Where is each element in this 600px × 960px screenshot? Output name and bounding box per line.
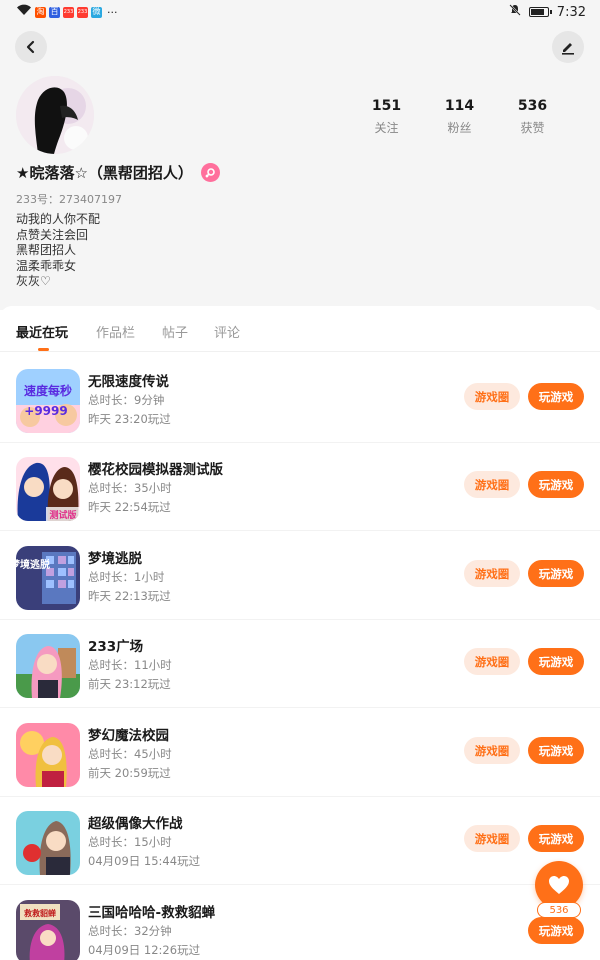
game-name: 三国哈哈哈-救救貂蝉 [88, 905, 216, 921]
username: ★晥落落☆（黑帮团招人） [16, 164, 193, 182]
followers-label: 粉丝 [447, 121, 472, 135]
profile-header: 151 关注 114 粉丝 536 获赞 ★晥落落☆（黑帮团招人） 233号：2… [0, 24, 600, 310]
game-circle-button[interactable]: 游戏圈 [464, 471, 520, 498]
game-duration: 总时长：45小时 [88, 747, 172, 761]
followers-count: 114 [444, 98, 475, 114]
list-item[interactable]: 测试版 樱花校园模拟器测试版 总时长：35小时 昨天 22:54玩过 游戏圈 玩… [0, 443, 600, 531]
edit-profile-button[interactable] [552, 31, 584, 63]
game-last-played: 04月09日 15:44玩过 [88, 854, 201, 868]
following-stat[interactable]: 151 关注 [350, 98, 423, 136]
list-item[interactable]: 233广场 总时长：11小时 前天 23:12玩过 游戏圈 玩游戏 [0, 620, 600, 708]
user-id: 233号：273407197 [16, 193, 122, 206]
more-notifications-icon: ··· [107, 5, 118, 19]
list-item[interactable]: 速度每秒 +9999 无限速度传说 总时长：9分钟 昨天 23:20玩过 游戏圈… [0, 355, 600, 443]
heart-icon [549, 876, 569, 894]
status-bar: 淘 百 233 233 微 ··· 7:32 [0, 0, 600, 24]
list-item[interactable]: 梦境逃脱 梦境逃脱 总时长：1小时 昨天 22:13玩过 游戏圈 玩游戏 [0, 532, 600, 620]
svg-text:救救貂蝉: 救救貂蝉 [24, 908, 56, 918]
game-last-played: 前天 23:12玩过 [88, 677, 171, 691]
avatar[interactable] [16, 76, 94, 154]
bio-line: 温柔乖乖女 [16, 258, 77, 273]
game-circle-button[interactable]: 游戏圈 [464, 825, 520, 852]
game-circle-button[interactable]: 游戏圈 [464, 383, 520, 410]
battery-icon [528, 7, 552, 17]
svg-text:+9999: +9999 [24, 404, 67, 418]
list-item[interactable]: 梦幻魔法校园 总时长：45小时 前天 20:59玩过 游戏圈 玩游戏 [0, 709, 600, 797]
bio-line: 点赞关注会回 [16, 227, 89, 242]
game-name: 无限速度传说 [88, 374, 169, 390]
app-233-icon: 233 [77, 6, 88, 18]
tab-comments[interactable]: 评论 [214, 322, 240, 341]
wifi-icon [16, 4, 32, 20]
back-button[interactable] [15, 31, 47, 63]
game-last-played: 昨天 22:54玩过 [88, 500, 171, 514]
game-duration: 总时长：9分钟 [88, 393, 165, 407]
message-app-icon: 微 [91, 6, 102, 18]
game-circle-button[interactable]: 游戏圈 [464, 737, 520, 764]
profile-tabs: 最近在玩 作品栏 帖子 评论 [0, 306, 600, 352]
game-duration: 总时长：32分钟 [88, 924, 172, 938]
game-name: 樱花校园模拟器测试版 [88, 462, 223, 478]
svg-text:测试版: 测试版 [49, 509, 76, 521]
bio-line: 灰灰♡ [16, 274, 51, 289]
play-game-button[interactable]: 玩游戏 [528, 648, 584, 675]
play-game-button[interactable]: 玩游戏 [528, 825, 584, 852]
game-last-played: 前天 20:59玩过 [88, 766, 171, 780]
game-name: 梦幻魔法校园 [88, 728, 169, 744]
game-icon: 梦境逃脱 [16, 546, 80, 610]
bio: 动我的人你不配 点赞关注会回 黑帮团招人 温柔乖乖女 灰灰♡ [16, 212, 100, 290]
taobao-app-icon: 淘 [35, 6, 46, 18]
list-item[interactable]: 超级偶像大作战 总时长：15小时 04月09日 15:44玩过 游戏圈 玩游戏 [0, 797, 600, 885]
tab-posts[interactable]: 帖子 [162, 322, 188, 341]
game-last-played: 昨天 23:20玩过 [88, 412, 171, 426]
game-name: 233广场 [88, 639, 144, 655]
followers-stat[interactable]: 114 粉丝 [423, 98, 496, 136]
game-duration: 总时长：1小时 [88, 570, 165, 584]
game-icon [16, 811, 80, 875]
play-game-button[interactable]: 玩游戏 [528, 917, 584, 944]
game-icon [16, 634, 80, 698]
svg-text:速度每秒: 速度每秒 [24, 383, 72, 398]
game-duration: 总时长：11小时 [88, 658, 172, 672]
game-icon: 救救貂蝉 [16, 900, 80, 960]
game-last-played: 04月09日 12:26玩过 [88, 943, 201, 957]
game-circle-button[interactable]: 游戏圈 [464, 560, 520, 587]
profile-stats: 151 关注 114 粉丝 536 获赞 [350, 98, 570, 136]
game-name: 超级偶像大作战 [88, 816, 183, 832]
app-233-icon: 233 [63, 6, 74, 18]
game-name: 梦境逃脱 [88, 551, 142, 567]
tab-recently-played[interactable]: 最近在玩 [16, 322, 68, 341]
play-game-button[interactable]: 玩游戏 [528, 560, 584, 587]
username-row: ★晥落落☆（黑帮团招人） [16, 162, 220, 183]
game-duration: 总时长：35小时 [88, 481, 172, 495]
game-icon: 速度每秒 +9999 [16, 369, 80, 433]
likes-label: 获赞 [520, 121, 545, 135]
chevron-left-icon [26, 40, 35, 54]
game-icon: 测试版 [16, 457, 80, 521]
game-circle-button[interactable]: 游戏圈 [464, 648, 520, 675]
play-game-button[interactable]: 玩游戏 [528, 471, 584, 498]
game-duration: 总时长：15小时 [88, 835, 172, 849]
following-label: 关注 [374, 121, 399, 135]
likes-count: 536 [517, 98, 548, 114]
active-tab-indicator [38, 348, 49, 351]
game-last-played: 昨天 22:13玩过 [88, 589, 171, 603]
pencil-icon [562, 43, 574, 55]
svg-text:梦境逃脱: 梦境逃脱 [16, 558, 50, 571]
play-game-button[interactable]: 玩游戏 [528, 737, 584, 764]
baidu-app-icon: 百 [49, 6, 60, 18]
play-game-button[interactable]: 玩游戏 [528, 383, 584, 410]
like-count-badge: 536 [537, 902, 581, 918]
female-gender-icon [200, 163, 220, 182]
following-count: 151 [371, 98, 402, 114]
list-item[interactable]: 救救貂蝉 三国哈哈哈-救救貂蝉 总时长：32分钟 04月09日 12:26玩过 … [0, 886, 600, 960]
mute-bell-icon [509, 4, 521, 20]
clock-time: 7:32 [556, 4, 586, 20]
game-icon [16, 723, 80, 787]
bio-line: 动我的人你不配 [16, 212, 101, 226]
likes-stat[interactable]: 536 获赞 [496, 98, 569, 136]
tab-works[interactable]: 作品栏 [96, 322, 135, 341]
bio-line: 黑帮团招人 [16, 243, 77, 258]
